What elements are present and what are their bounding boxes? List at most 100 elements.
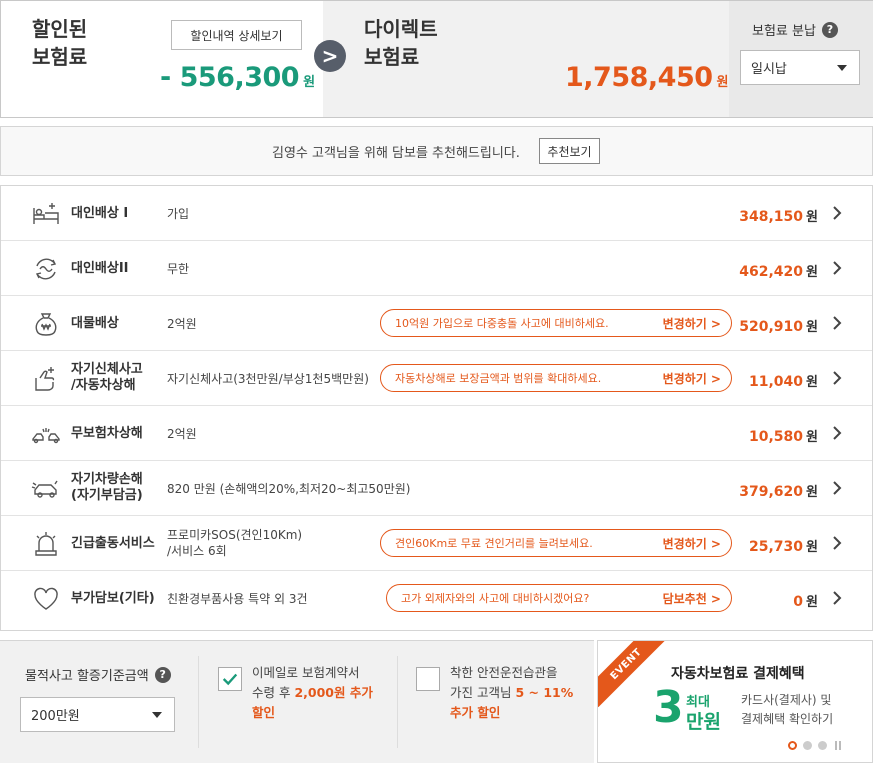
- chevron-right-icon: [833, 261, 842, 275]
- safe-driving-checkbox[interactable]: [416, 667, 440, 691]
- coverage-value: 자기신체사고(3천만원/부상1천5백만원): [167, 372, 369, 386]
- property-threshold-label: 물적사고 할증기준금액 ?: [25, 665, 171, 684]
- coverage-tip[interactable]: 고가 외제자와의 사고에 대비하시겠어요? 담보추천 >: [386, 584, 732, 612]
- coverage-price: 0원: [793, 591, 818, 610]
- recommend-button[interactable]: 추천보기: [539, 138, 600, 164]
- heart-icon: [31, 584, 61, 614]
- tip-text: 10억원 가입으로 다중충돌 사고에 대비하세요.: [395, 317, 609, 330]
- coverage-value: 가입: [167, 207, 190, 221]
- carousel-dot[interactable]: [818, 741, 827, 750]
- discount-detail-button[interactable]: 할인내역 상세보기: [171, 20, 302, 50]
- coverage-row-additional[interactable]: 부가담보(기타) 친환경부품사용 특약 외 3건 고가 외제자와의 사고에 대비…: [1, 571, 872, 626]
- coverage-tip[interactable]: 견인60Km로 무료 견인거리를 늘려보세요. 변경하기 >: [380, 529, 732, 557]
- help-icon[interactable]: ?: [821, 21, 838, 38]
- price-value: 348,150: [739, 209, 804, 225]
- coverage-value: 2억원: [167, 317, 197, 331]
- bed-plus-icon: [31, 199, 61, 229]
- carousel-dot[interactable]: [803, 741, 812, 750]
- coverage-price: 462,420 원: [739, 261, 818, 280]
- caret-down-icon: [152, 711, 162, 718]
- property-threshold-select[interactable]: 200만원: [20, 697, 175, 732]
- car-crash-icon: [31, 419, 61, 449]
- coverage-value: 820 만원 (손해액의20%,최저20~최고50만원): [167, 482, 411, 496]
- hand-plus-icon: [31, 364, 61, 394]
- discount-amount-value: - 556,300: [160, 62, 300, 93]
- discount-title: 할인된 보험료: [32, 15, 122, 71]
- change-button[interactable]: 변경하기 >: [663, 370, 721, 387]
- coverage-tip[interactable]: 10억원 가입으로 다중충돌 사고에 대비하세요. 변경하기 >: [380, 309, 732, 337]
- coverage-table: 대인배상 I 가입 348,150 원 대인배상II 무한 462,420 원 대물…: [0, 185, 873, 631]
- siren-icon: [31, 529, 61, 559]
- event-banner[interactable]: EVENT 자동차보험료 결제혜택 3 최대 만원 카드사(결제사) 및 결제혜…: [597, 640, 873, 763]
- option-line: 착한 안전운전습관을: [450, 665, 558, 680]
- change-button[interactable]: 변경하기 >: [663, 315, 721, 332]
- coverage-row-bodily-injury-1[interactable]: 대인배상 I 가입 348,150 원: [1, 186, 872, 241]
- coverage-value-line2: /서비스 6회: [167, 544, 227, 558]
- discount-title-line2: 보험료: [32, 45, 88, 69]
- option-highlight: 추가 할인: [450, 705, 501, 720]
- money-bag-icon: [31, 309, 61, 339]
- change-button[interactable]: 변경하기 >: [663, 535, 721, 552]
- help-icon[interactable]: ?: [154, 666, 171, 683]
- coverage-row-property-damage[interactable]: 대물배상 2억원 10억원 가입으로 다중충돌 사고에 대비하세요. 변경하기 …: [1, 296, 872, 351]
- chevron-right-icon: [833, 426, 842, 440]
- price-value: 25,730: [749, 539, 804, 555]
- coverage-value: 프로미카SOS(견인10Km): [167, 528, 303, 542]
- option-highlight: 2,000원 추가: [294, 685, 373, 700]
- coverage-price: 348,150 원: [739, 206, 818, 225]
- price-value: 520,910: [739, 319, 804, 335]
- payment-select[interactable]: 일시납: [740, 50, 860, 85]
- coverage-row-uninsured-vehicle[interactable]: 무보험차상해 2억원 10,580 원: [1, 406, 872, 461]
- price-unit: 원: [806, 210, 818, 225]
- coverage-row-emergency-service[interactable]: 긴급출동서비스 프로미카SOS(견인10Km) /서비스 6회 견인60Km로 …: [1, 516, 872, 571]
- payment-label-text: 보험료 분납: [752, 24, 816, 39]
- price-value: 0: [793, 594, 804, 610]
- price-value: 11,040: [749, 374, 804, 390]
- coverage-price: 379,620 원: [739, 481, 818, 500]
- price-value: 10,580: [749, 429, 804, 445]
- direct-title-line2: 보험료: [364, 45, 420, 69]
- coverage-value: 무한: [167, 262, 190, 276]
- email-discount-text: 이메일로 보험계약서 수령 후 2,000원 추가 할인: [252, 663, 387, 723]
- carousel-dot[interactable]: [788, 741, 797, 750]
- discount-amount: - 556,300 원: [160, 62, 315, 93]
- price-unit: 원: [806, 540, 818, 555]
- option-line: 가진 고객님: [450, 685, 516, 700]
- infinity-cycle-icon: [31, 254, 61, 284]
- option-line: 수령 후: [252, 685, 295, 700]
- tip-text: 견인60Km로 무료 견인거리를 늘려보세요.: [395, 537, 593, 550]
- option-highlight: 5 ~ 11%: [515, 685, 574, 700]
- event-desc-line: 결제혜택 확인하기: [741, 712, 834, 726]
- coverage-value: 친환경부품사용 특약 외 3건: [167, 592, 308, 606]
- car-damage-icon: [31, 474, 61, 504]
- coverage-row-bodily-injury-2[interactable]: 대인배상II 무한 462,420 원: [1, 241, 872, 296]
- divider: [397, 656, 398, 748]
- coverage-row-personal-injury[interactable]: 자기신체사고 /자동차상해 자기신체사고(3천만원/부상1천5백만원) 자동차상…: [1, 351, 872, 406]
- safe-driving-text: 착한 안전운전습관을 가진 고객님 5 ~ 11% 추가 할인: [450, 663, 585, 723]
- pause-icon[interactable]: [835, 741, 841, 750]
- price-unit: 원: [806, 595, 818, 610]
- price-value: 379,620: [739, 484, 804, 500]
- event-big-number: 3: [653, 682, 684, 733]
- coverage-tip[interactable]: 자동차상해로 보장금액과 범위를 확대하세요. 변경하기 >: [380, 364, 732, 392]
- option-line: 이메일로 보험계약서: [252, 665, 360, 680]
- option-highlight: 할인: [252, 705, 276, 720]
- coverage-row-own-vehicle[interactable]: 자기차량손해 (자기부담금) 820 만원 (손해액의20%,최저20~최고50…: [1, 461, 872, 516]
- price-value: 462,420: [739, 264, 804, 280]
- coverage-name: 긴급출동서비스: [71, 536, 155, 551]
- coverage-name: 자기차량손해: [71, 472, 143, 487]
- recommend-coverage-button[interactable]: 담보추천 >: [663, 590, 721, 607]
- coverage-name: 대인배상II: [71, 261, 129, 276]
- check-icon: [222, 673, 238, 686]
- coverage-price: 10,580 원: [749, 426, 818, 445]
- divider: [198, 656, 199, 748]
- property-select-value: 200만원: [31, 709, 80, 724]
- email-discount-checkbox[interactable]: [218, 667, 242, 691]
- chevron-right-icon: [833, 371, 842, 385]
- chevron-right-icon: [833, 316, 842, 330]
- chevron-right-icon: [833, 591, 842, 605]
- tip-text: 고가 외제자와의 사고에 대비하시겠어요?: [401, 592, 590, 605]
- payment-label: 보험료 분납 ?: [752, 20, 838, 39]
- coverage-name: 대인배상 I: [71, 206, 129, 221]
- direct-amount-value: 1,758,450: [565, 62, 713, 93]
